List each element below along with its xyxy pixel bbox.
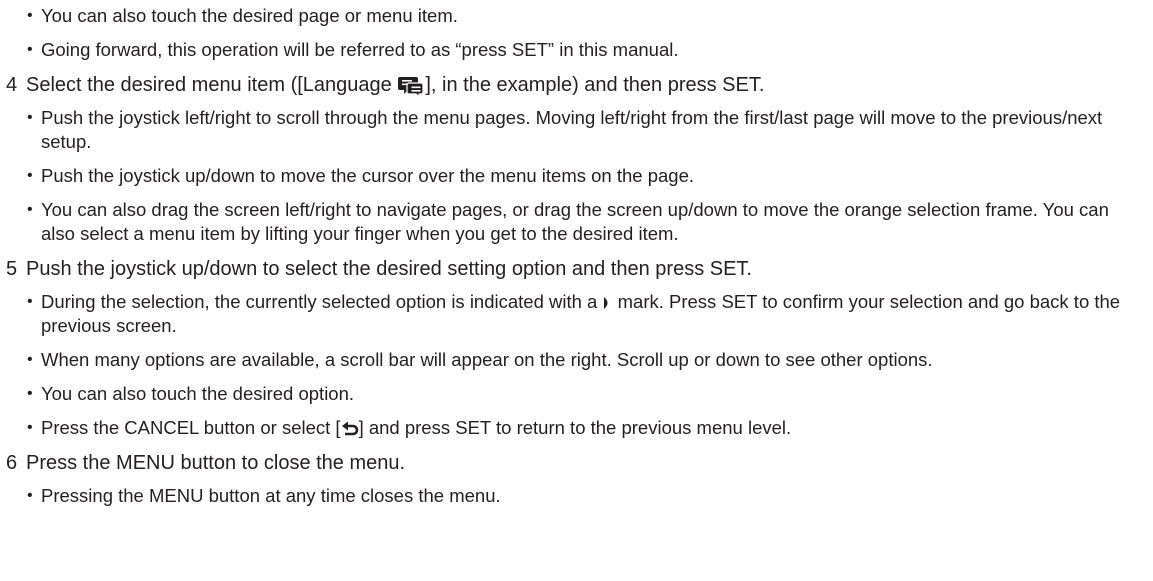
language-icon — [397, 75, 425, 99]
step-text: Select the desired menu item ([Language … — [26, 74, 765, 99]
list-item: Going forward, this operation will be re… — [6, 38, 1147, 62]
step-number: 5 — [6, 258, 18, 280]
step-4-bullet-list: Push the joystick left/right to scroll t… — [6, 106, 1147, 246]
step-6-bullet-list: Pressing the MENU button at any time clo… — [6, 484, 1147, 508]
intro-bullet-list: You can also touch the desired page or m… — [6, 4, 1147, 62]
list-item: You can also touch the desired option. — [6, 382, 1147, 406]
list-item: You can also drag the screen left/right … — [6, 198, 1147, 246]
step-number: 6 — [6, 452, 18, 474]
list-item: Pressing the MENU button at any time clo… — [6, 484, 1147, 508]
step-5-bullet-list: During the selection, the currently sele… — [6, 290, 1147, 440]
list-item: Push the joystick left/right to scroll t… — [6, 106, 1147, 154]
list-item: Push the joystick up/down to move the cu… — [6, 164, 1147, 188]
list-item: During the selection, the currently sele… — [6, 290, 1147, 338]
step-text: Press the MENU button to close the menu. — [26, 452, 406, 474]
step-6-heading: 6 Press the MENU button to close the men… — [6, 450, 1147, 476]
selection-mark-icon — [602, 295, 612, 311]
step-5-heading: 5 Push the joystick up/down to select th… — [6, 256, 1147, 282]
step-text: Push the joystick up/down to select the … — [26, 258, 752, 280]
manual-page: You can also touch the desired page or m… — [0, 0, 1153, 581]
return-icon — [341, 420, 359, 438]
list-item: You can also touch the desired page or m… — [6, 4, 1147, 28]
list-item: When many options are available, a scrol… — [6, 348, 1147, 372]
step-number: 4 — [6, 74, 18, 96]
step-4-heading: 4 Select the desired menu item ([Languag… — [6, 72, 1147, 99]
list-item: Press the CANCEL button or select [ ] an… — [6, 416, 1147, 440]
